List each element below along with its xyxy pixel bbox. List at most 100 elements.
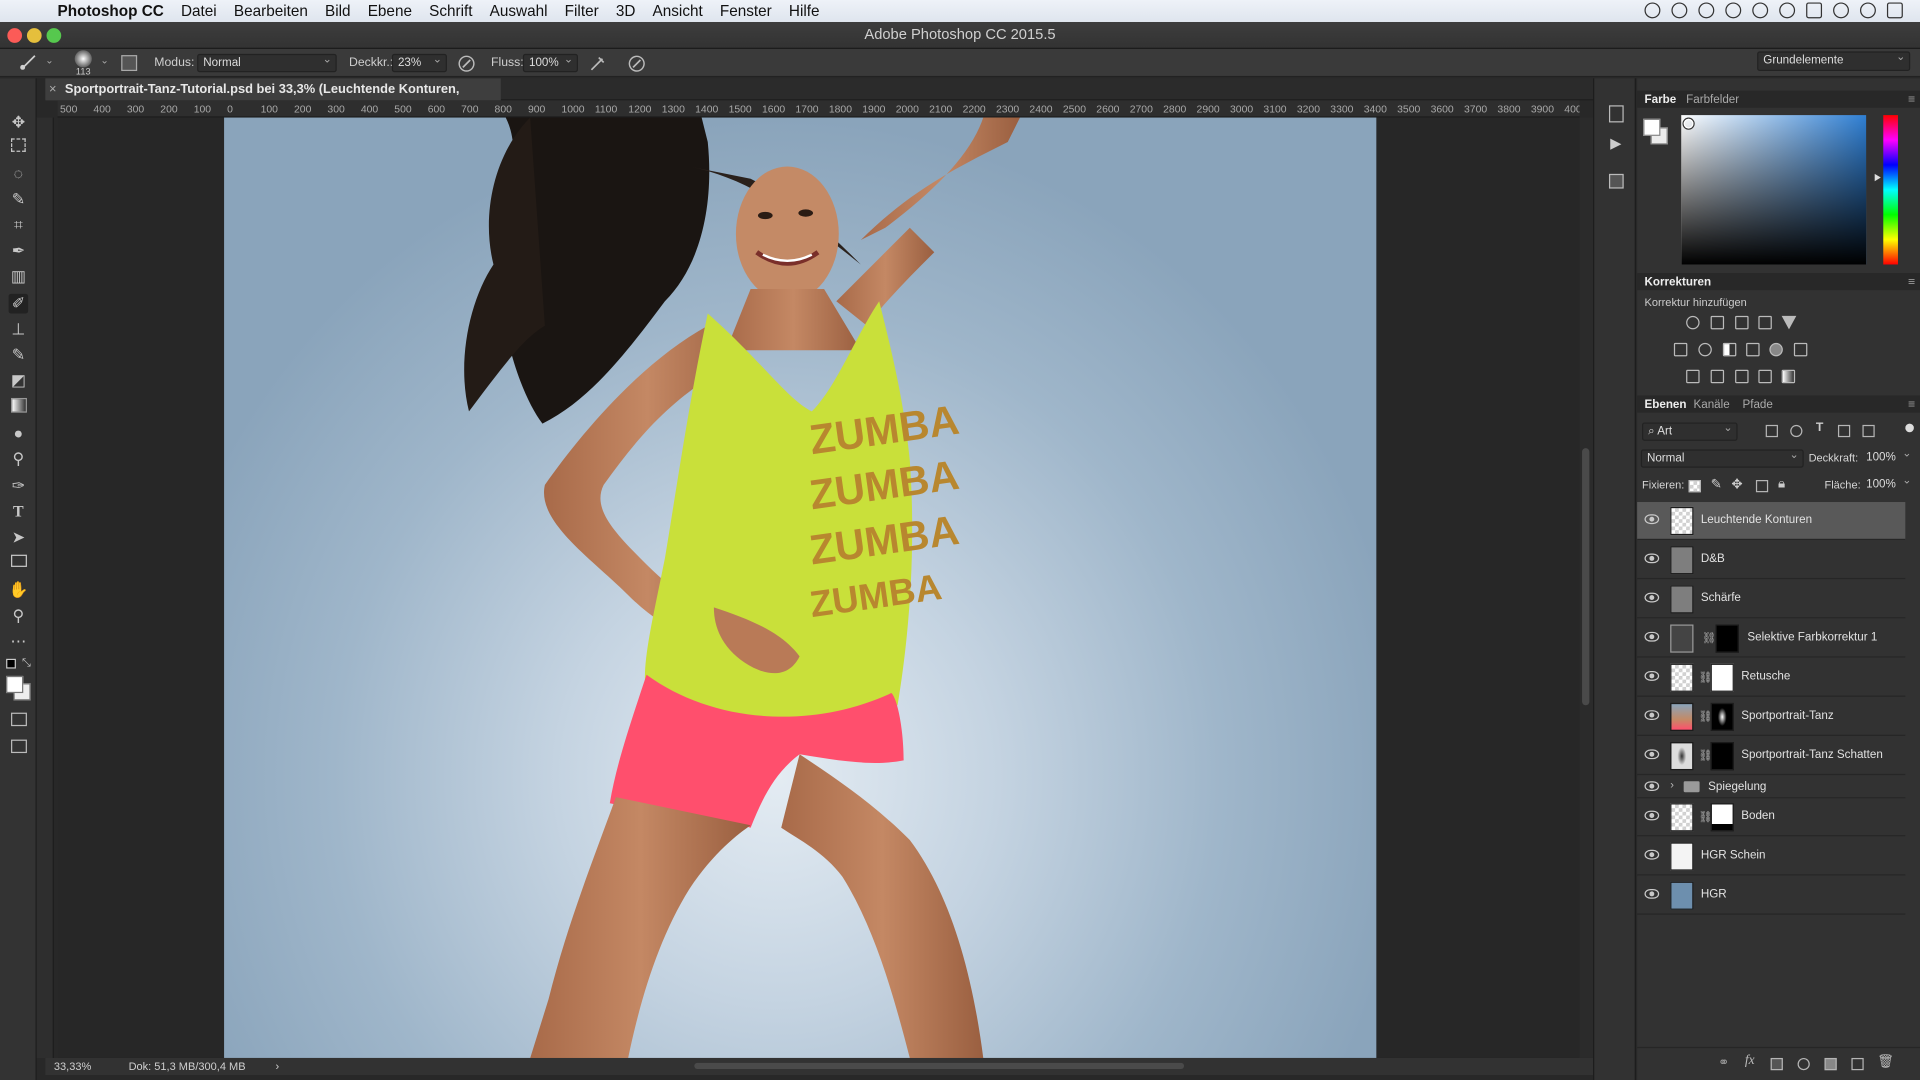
foreground-color-swatch[interactable] <box>6 675 24 694</box>
menu-ansicht[interactable]: Ansicht <box>644 2 711 19</box>
deckkr-select[interactable]: 23% <box>391 51 447 73</box>
chevron-down-icon[interactable]: ⌄ <box>100 55 108 66</box>
clone-stamp-tool-icon[interactable]: ⊥ <box>9 320 29 340</box>
more-tools-icon[interactable]: ⋯ <box>9 632 29 652</box>
swap-colors-icon[interactable]: ⤡ <box>22 656 31 669</box>
filter-toggle-icon[interactable] <box>1905 423 1914 433</box>
threshold-icon[interactable] <box>1735 369 1749 384</box>
filter-pixel-icon[interactable] <box>1765 424 1778 438</box>
layer-name[interactable]: Boden <box>1741 809 1775 822</box>
layer-name[interactable]: Schärfe <box>1701 591 1741 604</box>
vertical-scrollbar[interactable] <box>1579 117 1594 1058</box>
trash-icon[interactable]: 🗑︎ <box>1877 1053 1894 1069</box>
dodge-tool-icon[interactable]: ⚲ <box>9 449 29 469</box>
pressure-opacity-icon[interactable] <box>457 54 477 74</box>
properties-panel-icon[interactable] <box>1608 173 1624 189</box>
menu-ebene[interactable]: Ebene <box>359 2 420 19</box>
filter-type-icon[interactable]: T <box>1816 421 1823 434</box>
crop-tool-icon[interactable]: ⌗ <box>9 216 29 236</box>
filter-adjustment-icon[interactable] <box>1790 424 1803 438</box>
zoom-value[interactable]: 33,33% <box>54 1058 91 1075</box>
tab-farbfelder[interactable]: Farbfelder <box>1686 93 1739 106</box>
brush-tool-icon[interactable] <box>18 54 38 71</box>
play-actions-icon[interactable]: ▶ <box>1610 135 1621 152</box>
layer-row[interactable]: ⛓ Retusche <box>1637 658 1906 697</box>
layer-style-icon[interactable]: fx <box>1745 1053 1755 1068</box>
eye-icon[interactable] <box>1644 888 1660 899</box>
sync-icon[interactable] <box>1752 2 1769 19</box>
panel-menu-icon[interactable]: ≡ <box>1908 276 1915 289</box>
drive-icon[interactable] <box>1725 2 1742 19</box>
eye-icon[interactable] <box>1644 810 1660 821</box>
hue-slider[interactable] <box>1883 115 1898 265</box>
selective-color-icon[interactable] <box>1758 369 1772 384</box>
layer-mask-icon[interactable] <box>1770 1057 1783 1071</box>
screen-mode-icon[interactable] <box>11 739 27 754</box>
layer-name[interactable]: HGR <box>1701 888 1727 901</box>
blur-tool-icon[interactable]: ● <box>9 424 29 444</box>
path-selection-tool-icon[interactable]: ➤ <box>9 528 29 548</box>
chevron-down-icon[interactable]: ⌄ <box>45 55 53 66</box>
marquee-tool-icon[interactable] <box>11 138 26 152</box>
layer-name[interactable]: D&B <box>1701 552 1725 565</box>
eye-icon[interactable] <box>1644 514 1660 525</box>
close-window-button[interactable] <box>7 28 23 43</box>
quick-mask-icon[interactable] <box>11 712 27 727</box>
vertical-ruler[interactable] <box>36 117 54 1058</box>
layer-group-row[interactable]: › Spiegelung <box>1637 776 1906 799</box>
layer-row[interactable]: D&B <box>1637 541 1906 580</box>
gradient-map-icon[interactable] <box>1781 369 1796 384</box>
eye-icon[interactable] <box>1644 553 1660 564</box>
layer-name[interactable]: Leuchtende Konturen <box>1701 513 1812 526</box>
record-icon[interactable] <box>1698 2 1715 19</box>
chevron-right-icon[interactable]: › <box>1670 779 1674 791</box>
blend-mode-select[interactable]: Normal <box>1640 447 1804 468</box>
tab-kanaele[interactable]: Kanäle <box>1693 398 1729 411</box>
new-adjustment-layer-icon[interactable] <box>1797 1057 1810 1071</box>
tab-pfade[interactable]: Pfade <box>1742 398 1772 411</box>
new-layer-icon[interactable] <box>1851 1057 1864 1071</box>
tab-ebenen[interactable]: Ebenen <box>1644 398 1686 411</box>
notification-center-icon[interactable] <box>1886 2 1903 19</box>
tab-farbe[interactable]: Farbe <box>1644 93 1676 106</box>
document-canvas[interactable]: ZUMBA ZUMBA ZUMBA ZUMBA <box>224 117 1377 1058</box>
lock-all-icon[interactable]: 🔒︎ <box>1778 476 1785 492</box>
menu-filter[interactable]: Filter <box>556 2 607 19</box>
vibrance-icon[interactable] <box>1781 315 1797 330</box>
lock-position-icon[interactable]: ✥ <box>1731 476 1742 493</box>
channel-mixer-icon[interactable] <box>1769 342 1783 357</box>
horizontal-ruler[interactable]: 500 400 300 200 100 0 100 200 300 400 500 600 700 800… <box>57 100 1580 118</box>
lock-pixels-icon[interactable]: ✎ <box>1711 476 1722 493</box>
lock-transparency-icon[interactable] <box>1688 480 1701 493</box>
move-tool-icon[interactable]: ✥ <box>9 113 29 133</box>
brush-tool-icon[interactable]: ✐ <box>8 293 29 314</box>
brush-panel-toggle-icon[interactable] <box>121 55 138 72</box>
minimize-window-button[interactable] <box>26 28 42 43</box>
eye-icon[interactable] <box>1644 849 1660 860</box>
zoom-window-button[interactable] <box>46 28 62 43</box>
bluetooth-icon[interactable] <box>1806 2 1823 19</box>
layer-row[interactable]: Leuchtende Konturen <box>1637 502 1906 541</box>
lock-artboard-icon[interactable] <box>1755 480 1769 493</box>
levels-icon[interactable] <box>1710 315 1725 330</box>
hand-tool-icon[interactable]: ✋ <box>9 580 29 600</box>
healing-brush-tool-icon[interactable]: ▥ <box>9 267 29 287</box>
menu-bild[interactable]: Bild <box>316 2 359 19</box>
hue-slider-handle[interactable] <box>1874 173 1881 182</box>
layer-name[interactable]: Spiegelung <box>1708 780 1766 793</box>
layer-row[interactable]: Schärfe <box>1637 580 1906 619</box>
rectangle-tool-icon[interactable] <box>11 554 27 567</box>
menu-hilfe[interactable]: Hilfe <box>780 2 828 19</box>
layer-name[interactable]: Retusche <box>1741 670 1790 683</box>
horizontal-scrollbar[interactable] <box>694 1062 1185 1069</box>
menu-bearbeiten[interactable]: Bearbeiten <box>225 2 316 19</box>
color-balance-icon[interactable] <box>1698 342 1712 357</box>
layer-row[interactable]: ⛓ Sportportrait-Tanz Schatten <box>1637 737 1906 776</box>
spotlight-search-icon[interactable] <box>1860 2 1876 19</box>
eye-icon[interactable] <box>1644 631 1660 642</box>
canvas-area[interactable]: ZUMBA ZUMBA ZUMBA ZUMBA <box>57 117 1580 1058</box>
gradient-tool-icon[interactable] <box>11 397 27 413</box>
time-machine-icon[interactable] <box>1779 2 1796 19</box>
document-tab[interactable]: × Sportportrait-Tanz-Tutorial.psd bei 33… <box>45 78 501 119</box>
eye-icon[interactable] <box>1644 781 1660 792</box>
